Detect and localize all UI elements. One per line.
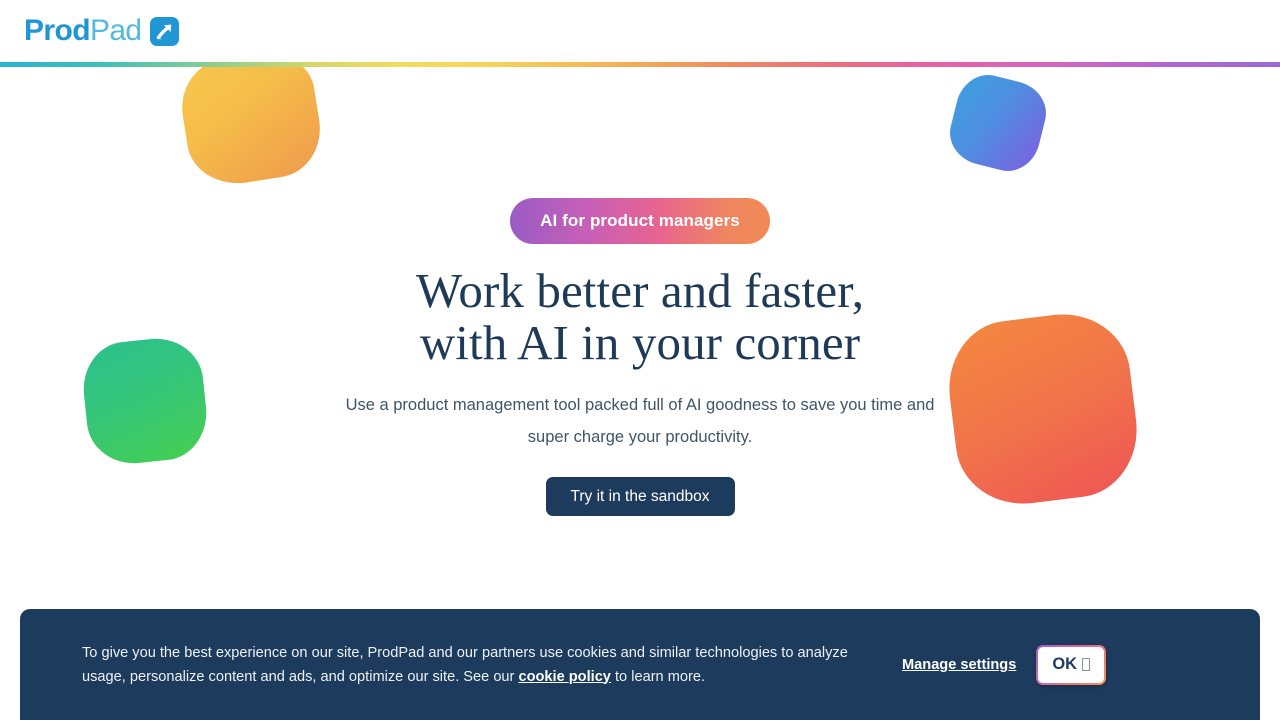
missing-glyph-box-icon	[1082, 658, 1091, 671]
cookie-consent-banner: To give you the best experience on our s…	[20, 609, 1260, 720]
page-title: Work better and faster, with AI in your …	[416, 265, 864, 369]
hero-subheading: Use a product management tool packed ful…	[345, 396, 935, 446]
cookie-banner-text: To give you the best experience on our s…	[82, 641, 882, 689]
try-sandbox-button[interactable]: Try it in the sandbox	[545, 477, 735, 516]
cookie-text-part-2: to learn more.	[610, 668, 706, 685]
logo-text-pad: Pad	[89, 14, 142, 47]
manage-settings-link[interactable]: Manage settings	[902, 657, 1016, 673]
hero-section: AI for product managers Work better and …	[0, 67, 1280, 597]
hero-badge: AI for product managers	[510, 198, 770, 244]
rainbow-divider	[0, 62, 1280, 67]
logo-wordmark: ProdPad	[24, 16, 142, 46]
prodpad-logo[interactable]: ProdPad	[24, 16, 179, 46]
cookie-text-part-1: To give you the best experience on our s…	[82, 644, 848, 685]
site-header: ProdPad	[0, 0, 1280, 62]
accept-cookies-ok-button[interactable]: OK	[1038, 646, 1105, 683]
ok-button-label: OK	[1052, 655, 1078, 673]
headline-line-1: Work better and faster,	[415, 263, 865, 318]
arrow-up-right-icon	[149, 16, 179, 46]
cookie-policy-link[interactable]: cookie policy	[518, 669, 610, 685]
ok-button-gradient-frame: OK	[1036, 644, 1107, 685]
logo-text-prod: Prod	[24, 14, 91, 47]
headline-line-2: with AI in your corner	[419, 315, 861, 370]
